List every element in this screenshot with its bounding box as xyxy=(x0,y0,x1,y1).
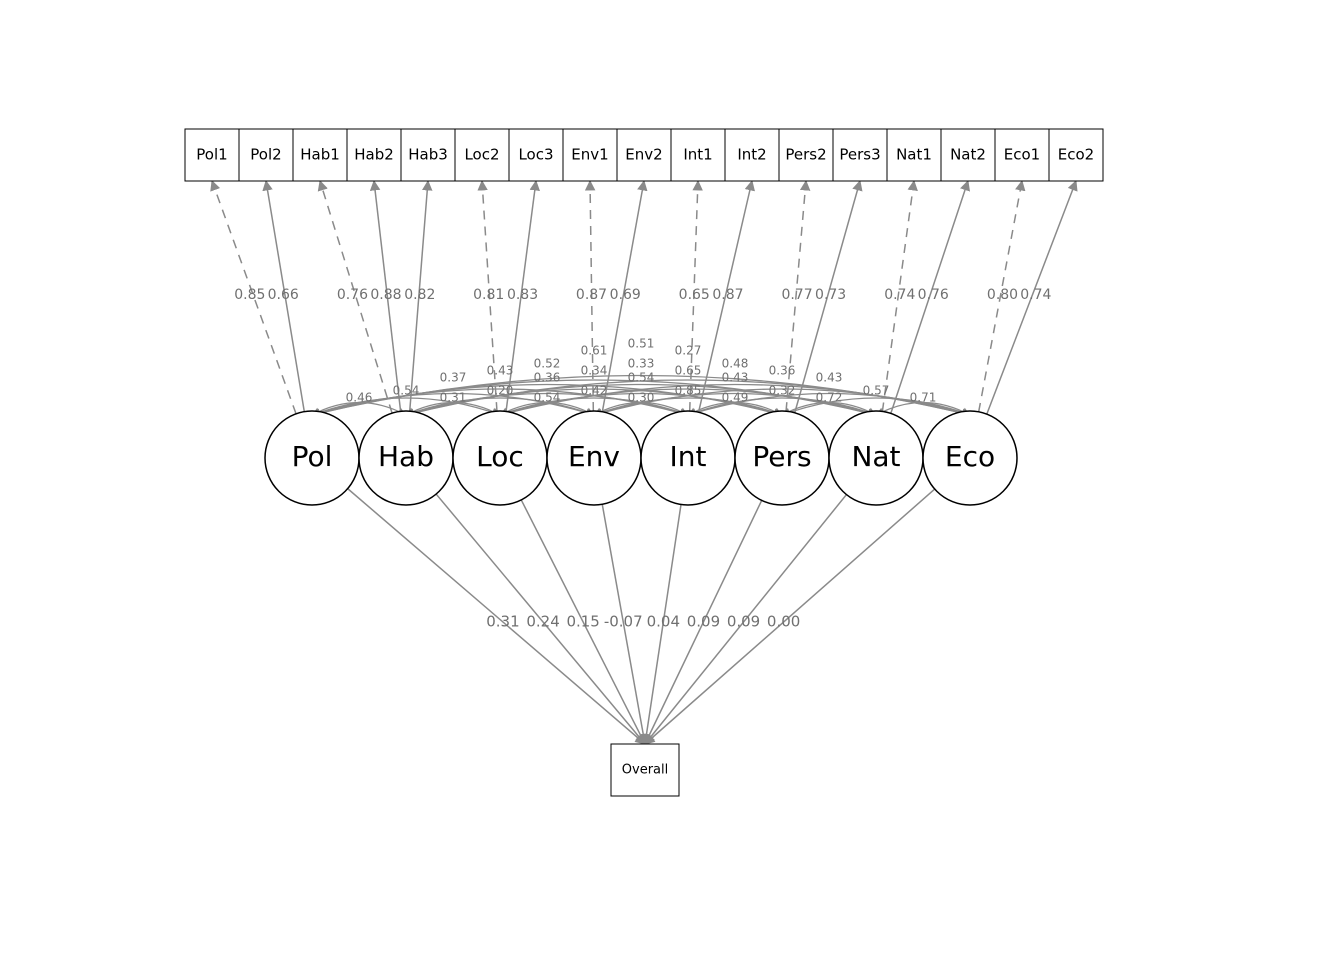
regression-value: 0.00 xyxy=(767,613,800,631)
latent-label: Int xyxy=(670,440,707,473)
correlation-value: 0.43 xyxy=(722,371,749,385)
loading-value: 0.87 xyxy=(576,287,607,303)
correlation-value: 0.71 xyxy=(910,391,937,405)
indicator-label: Loc3 xyxy=(518,146,553,164)
regression-value: 0.15 xyxy=(566,613,599,631)
correlation-value: 0.46 xyxy=(346,391,373,405)
correlation-value: 0.42 xyxy=(581,384,608,398)
correlation-value: 0.43 xyxy=(487,364,514,378)
overall-label: Overall xyxy=(622,763,668,778)
correlation-value: 0.43 xyxy=(816,371,843,385)
indicator-label: Int1 xyxy=(683,146,712,164)
loading-value: 0.69 xyxy=(610,287,641,303)
correlation-value: 0.33 xyxy=(628,357,655,371)
loading-value: 0.81 xyxy=(473,287,504,303)
correlation-value: 0.34 xyxy=(581,364,608,378)
indicator-label: Pers2 xyxy=(785,146,826,164)
indicator-label: Nat1 xyxy=(896,146,932,164)
correlation-value: 0.72 xyxy=(816,391,843,405)
indicator-label: Pol2 xyxy=(250,146,281,164)
correlation-value: 0.48 xyxy=(722,357,749,371)
loading-value: 0.76 xyxy=(337,287,368,303)
latent-label: Env xyxy=(568,440,620,473)
correlation-value: 0.52 xyxy=(534,357,561,371)
loading-value: 0.83 xyxy=(507,287,538,303)
regression-value: 0.04 xyxy=(647,613,680,631)
indicator-label: Hab2 xyxy=(354,146,394,164)
indicator-label: Eco1 xyxy=(1004,146,1040,164)
loading-value: 0.87 xyxy=(712,287,743,303)
regression-value: 0.24 xyxy=(526,613,559,631)
latent-label: Eco xyxy=(945,440,995,473)
indicator-label: Pol1 xyxy=(196,146,227,164)
latent-label: Pers xyxy=(752,440,811,473)
regression-value: 0.09 xyxy=(687,613,720,631)
indicator-label: Eco2 xyxy=(1058,146,1094,164)
correlation-value: 0.27 xyxy=(675,344,702,358)
correlation-value: 0.85 xyxy=(675,384,702,398)
latent-label: Nat xyxy=(851,440,900,473)
correlation-value: 0.20 xyxy=(487,384,514,398)
correlation-value: 0.54 xyxy=(628,371,655,385)
loading-value: 0.85 xyxy=(234,287,265,303)
loading-value: 0.77 xyxy=(781,287,812,303)
indicator-label: Env1 xyxy=(571,146,608,164)
indicator-label: Hab3 xyxy=(408,146,448,164)
correlation-value: 0.32 xyxy=(769,384,796,398)
correlation-value: 0.57 xyxy=(863,384,890,398)
correlation-value: 0.36 xyxy=(769,364,796,378)
correlation-value: 0.51 xyxy=(628,337,655,351)
correlation-value: 0.31 xyxy=(440,391,467,405)
correlation-value: 0.61 xyxy=(581,344,608,358)
correlation-value: 0.54 xyxy=(534,391,561,405)
indicator-label: Env2 xyxy=(625,146,662,164)
loading-value: 0.66 xyxy=(268,287,299,303)
loading-value: 0.76 xyxy=(918,287,949,303)
loading-value: 0.74 xyxy=(884,287,915,303)
latent-label: Loc xyxy=(476,440,524,473)
loading-value: 0.65 xyxy=(679,287,710,303)
latent-label: Hab xyxy=(378,440,434,473)
loading-value: 0.80 xyxy=(987,287,1018,303)
regression-value: 0.09 xyxy=(727,613,760,631)
indicator-label: Nat2 xyxy=(950,146,986,164)
indicator-label: Int2 xyxy=(737,146,766,164)
loading-value: 0.82 xyxy=(404,287,435,303)
loading-value: 0.88 xyxy=(370,287,401,303)
correlation-value: 0.54 xyxy=(393,384,420,398)
loading-value: 0.74 xyxy=(1020,287,1051,303)
indicator-label: Loc2 xyxy=(464,146,499,164)
correlation-value: 0.30 xyxy=(628,391,655,405)
indicator-label: Hab1 xyxy=(300,146,340,164)
correlation-value: 0.37 xyxy=(440,371,467,385)
correlation-value: 0.49 xyxy=(722,391,749,405)
regression-value: -0.07 xyxy=(604,613,643,631)
correlation-value: 0.36 xyxy=(534,371,561,385)
indicator-label: Pers3 xyxy=(839,146,880,164)
regression-value: 0.31 xyxy=(486,613,519,631)
loading-value: 0.73 xyxy=(815,287,846,303)
latent-label: Pol xyxy=(292,440,333,473)
correlation-value: 0.65 xyxy=(675,364,702,378)
